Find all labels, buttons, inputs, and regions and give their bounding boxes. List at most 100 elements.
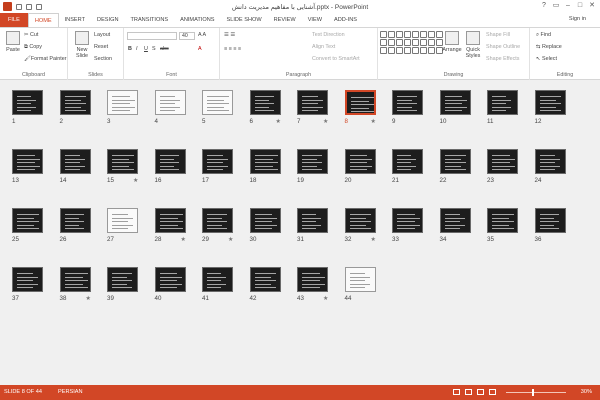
font-color-button[interactable]: A [198,46,202,52]
strikethrough-button[interactable]: abc [160,46,169,52]
slide-thumbnail[interactable]: 1 [12,90,43,125]
underline-button[interactable]: U [144,46,148,52]
tab-slide-show[interactable]: SLIDE SHOW [221,13,268,27]
zoom-slider[interactable] [506,392,566,393]
slide-thumbnail[interactable]: 11 [487,90,518,125]
transition-star-icon[interactable]: ★ [133,177,138,184]
slide-thumbnail[interactable]: 34 [439,208,471,243]
maximize-button[interactable]: □ [574,0,586,12]
slide-thumbnail[interactable]: 43 ★ [297,267,328,302]
normal-view-icon[interactable] [453,389,460,395]
slide-thumbnail[interactable]: 19 [297,149,328,184]
shape-outline-button[interactable]: Shape Outline [486,44,520,50]
shapes-gallery[interactable] [380,31,443,55]
layout-button[interactable]: Layout [94,32,110,38]
tab-design[interactable]: DESIGN [91,13,124,27]
slide-thumbnail[interactable]: 29 ★ [202,208,233,243]
paste-button[interactable]: Paste [3,31,23,53]
italic-button[interactable]: I [136,46,138,52]
slide-thumbnail[interactable]: 44 [344,267,376,302]
slide-thumbnail[interactable]: 26 [59,208,91,243]
slide-thumbnail[interactable]: 27 [107,208,138,243]
slide-thumbnail[interactable]: 8 ★ [344,90,376,125]
slide-thumbnail[interactable]: 30 [249,208,281,243]
slide-thumbnail[interactable]: 14 [59,149,91,184]
shape-fill-button[interactable]: Shape Fill [486,32,510,38]
slide-thumbnail[interactable]: 7 ★ [297,90,328,125]
tab-review[interactable]: REVIEW [268,13,302,27]
slide-thumbnail[interactable]: 22 [439,149,471,184]
grow-font-button[interactable]: A A [198,32,206,38]
slide-thumbnail[interactable]: 13 [12,149,43,184]
convert-smartart-button[interactable]: Convert to SmartArt [312,56,360,62]
slide-thumbnail[interactable]: 25 [12,208,43,243]
align-left-icon[interactable]: ≡ ≡ ≡ ≡ [224,46,241,52]
sign-in-link[interactable]: Sign in [569,16,586,22]
slide-thumbnail[interactable]: 18 [249,149,281,184]
ribbon-display-button[interactable]: ▭ [550,0,562,12]
copy-button[interactable]: ⧉ Copy [24,44,42,51]
tab-view[interactable]: VIEW [302,13,328,27]
zoom-level[interactable]: 30% [581,389,592,395]
slide-thumbnail[interactable]: 17 [202,149,233,184]
transition-star-icon[interactable]: ★ [228,236,233,243]
tab-transitions[interactable]: TRANSITIONS [124,13,174,27]
new-slide-button[interactable]: New Slide [71,31,93,59]
slide-thumbnail[interactable]: 39 [107,267,138,302]
slide-thumbnail[interactable]: 6 ★ [249,90,281,125]
slide-thumbnail[interactable]: 15 ★ [107,149,138,184]
arrange-button[interactable]: Arrange [442,31,462,53]
transition-star-icon[interactable]: ★ [323,295,328,302]
slide-thumbnail[interactable]: 28 ★ [154,208,186,243]
transition-star-icon[interactable]: ★ [323,118,328,125]
bullets-icon[interactable]: ☰ ☰ [224,32,235,38]
slide-thumbnail[interactable]: 9 [392,90,423,125]
minimize-button[interactable]: – [562,0,574,12]
slide-thumbnail[interactable]: 41 [202,267,233,302]
slide-thumbnail[interactable]: 42 [249,267,281,302]
shape-effects-button[interactable]: Shape Effects [486,56,519,62]
slide-thumbnail[interactable]: 35 [487,208,518,243]
select-button[interactable]: ↖ Select [536,56,557,62]
section-button[interactable]: Section [94,56,112,62]
text-direction-button[interactable]: Text Direction [312,32,345,38]
slide-thumbnail[interactable]: 37 [12,267,43,302]
help-button[interactable]: ? [538,0,550,12]
slide-thumbnail[interactable]: 33 [392,208,423,243]
slide-thumbnail[interactable]: 16 [154,149,186,184]
slide-thumbnail[interactable]: 24 [534,149,566,184]
transition-star-icon[interactable]: ★ [181,236,186,243]
slide-thumbnail[interactable]: 20 [344,149,376,184]
slide-thumbnail[interactable]: 4 [154,90,186,125]
slide-thumbnail[interactable]: 10 [439,90,471,125]
format-painter-button[interactable]: 🖌Format Painter [24,56,67,62]
transition-star-icon[interactable]: ★ [276,118,281,125]
transition-star-icon[interactable]: ★ [371,236,376,243]
tab-file[interactable]: FILE [0,13,28,27]
slide-thumbnail[interactable]: 23 [487,149,518,184]
slide-thumbnail[interactable]: 5 [202,90,233,125]
slide-thumbnail[interactable]: 3 [107,90,138,125]
replace-button[interactable]: ⇆ Replace [536,44,562,50]
bold-button[interactable]: B [128,46,132,52]
find-button[interactable]: ⌕ Find [536,32,551,39]
tab-add-ins[interactable]: ADD-INS [328,13,363,27]
tab-home[interactable]: HOME [27,13,59,27]
slideshow-view-icon[interactable] [489,389,496,395]
reset-button[interactable]: Reset [94,44,108,50]
slide-thumbnail[interactable]: 36 [534,208,566,243]
reading-view-icon[interactable] [477,389,484,395]
slide-sorter-view-icon[interactable] [465,389,472,395]
font-name-box[interactable] [127,32,177,40]
slide-thumbnail[interactable]: 32 ★ [344,208,376,243]
slide-thumbnail[interactable]: 2 [59,90,91,125]
align-text-button[interactable]: Align Text [312,44,335,50]
tab-insert[interactable]: INSERT [59,13,91,27]
slide-thumbnail[interactable]: 21 [392,149,423,184]
quick-styles-button[interactable]: Quick Styles [463,31,483,59]
slide-thumbnail[interactable]: 31 [297,208,328,243]
language-indicator[interactable]: PERSIAN [58,389,83,395]
slide-thumbnail[interactable]: 38 ★ [59,267,91,302]
shadow-button[interactable]: S [152,46,156,52]
close-button[interactable]: ✕ [586,0,598,12]
